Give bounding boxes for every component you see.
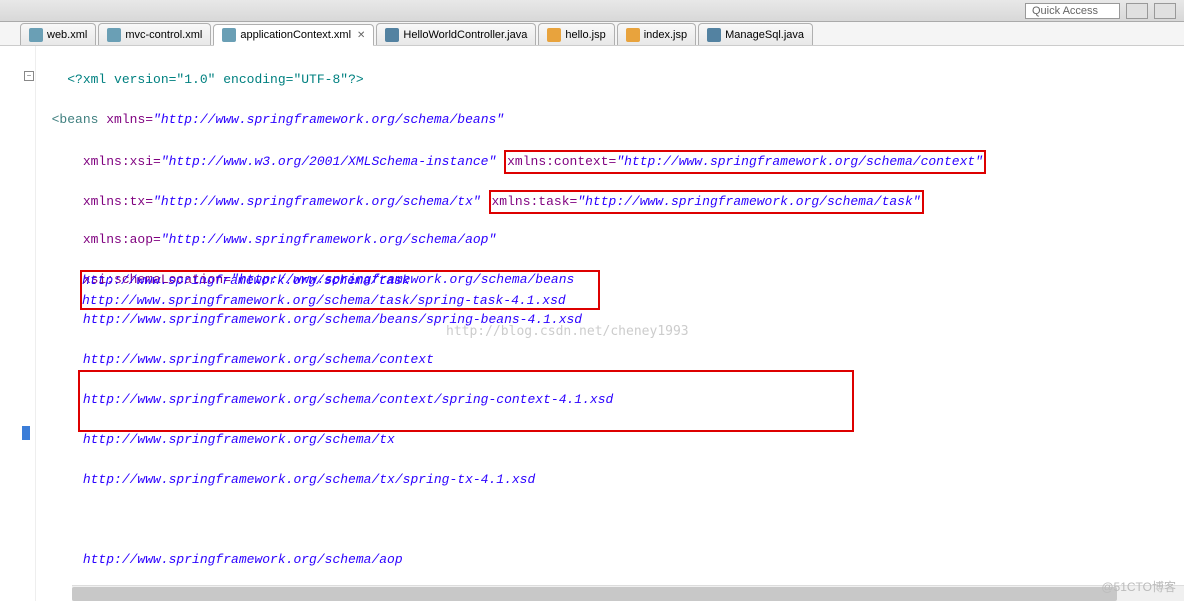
aop-val: "http://www.springframework.org/schema/a… — [161, 232, 496, 247]
xml-file-icon — [29, 28, 43, 42]
perspective-button-2[interactable] — [1154, 3, 1176, 19]
tab-label: web.xml — [47, 29, 87, 41]
aop-attr: xmlns:aop= — [83, 232, 161, 247]
quick-access-box[interactable]: Quick Access — [1025, 3, 1120, 19]
tab-index-jsp[interactable]: index.jsp — [617, 23, 696, 45]
tx-attr: xmlns:tx= — [83, 194, 153, 209]
java-file-icon — [707, 28, 721, 42]
tab-label: hello.jsp — [565, 29, 605, 41]
tab-hello-jsp[interactable]: hello.jsp — [538, 23, 614, 45]
jsp-file-icon — [626, 28, 640, 42]
xmlns-val: "http://www.springframework.org/schema/b… — [153, 112, 504, 127]
xml-file-icon — [222, 28, 236, 42]
sch-3: http://www.springframework.org/schema/co… — [83, 352, 434, 367]
code-area[interactable]: <?xml version="1.0" encoding="UTF-8"?> <… — [36, 46, 1184, 601]
editor: − <?xml version="1.0" encoding="UTF-8"?>… — [0, 46, 1184, 601]
beans-tag: <beans — [52, 112, 99, 127]
tab-mvc-control-xml[interactable]: mvc-control.xml — [98, 23, 211, 45]
tab-label: ManageSql.java — [725, 29, 804, 41]
tab-web-xml[interactable]: web.xml — [20, 23, 96, 45]
context-ns-highlight: xmlns:context="http://www.springframewor… — [504, 150, 986, 174]
horizontal-scrollbar[interactable] — [72, 585, 1184, 601]
tab-label: index.jsp — [644, 29, 687, 41]
tab-label: mvc-control.xml — [125, 29, 202, 41]
sch-5: http://www.springframework.org/schema/tx — [83, 432, 395, 447]
scrollbar-thumb[interactable] — [72, 587, 1117, 601]
cursor-marker-icon — [22, 426, 30, 440]
tab-label: applicationContext.xml — [240, 29, 351, 41]
xsi-val: "http://www.w3.org/2001/XMLSchema-instan… — [161, 154, 496, 169]
xmlns-attr: xmlns= — [106, 112, 153, 127]
sch-9: http://www.springframework.org/schema/ao… — [83, 552, 403, 567]
tab-ManageSql-java[interactable]: ManageSql.java — [698, 23, 813, 45]
config-block-highlight — [78, 370, 854, 432]
tab-applicationContext-xml[interactable]: applicationContext.xml ✕ — [213, 24, 374, 46]
tab-HelloWorldController-java[interactable]: HelloWorldController.java — [376, 23, 536, 45]
xsi-attr: xmlns:xsi= — [83, 154, 161, 169]
task-ns-highlight: xmlns:task="http://www.springframework.o… — [489, 190, 924, 214]
xml-declaration: <?xml version="1.0" encoding="UTF-8"?> — [67, 72, 363, 87]
tx-val: "http://www.springframework.org/schema/t… — [153, 194, 481, 209]
gutter: − — [0, 46, 36, 601]
task-schema-lines: http://www.springframework.org/schema/ta… — [82, 271, 566, 311]
tab-label: HelloWorldController.java — [403, 29, 527, 41]
xml-file-icon — [107, 28, 121, 42]
close-icon[interactable]: ✕ — [357, 30, 365, 41]
sch-2: http://www.springframework.org/schema/be… — [83, 312, 582, 327]
top-toolbar: Quick Access — [0, 0, 1184, 22]
perspective-button[interactable] — [1126, 3, 1148, 19]
jsp-file-icon — [547, 28, 561, 42]
java-file-icon — [385, 28, 399, 42]
sch-6: http://www.springframework.org/schema/tx… — [83, 472, 535, 487]
fold-toggle-icon[interactable]: − — [24, 71, 34, 81]
editor-tabs: web.xml mvc-control.xml applicationContext… — [0, 22, 1184, 46]
